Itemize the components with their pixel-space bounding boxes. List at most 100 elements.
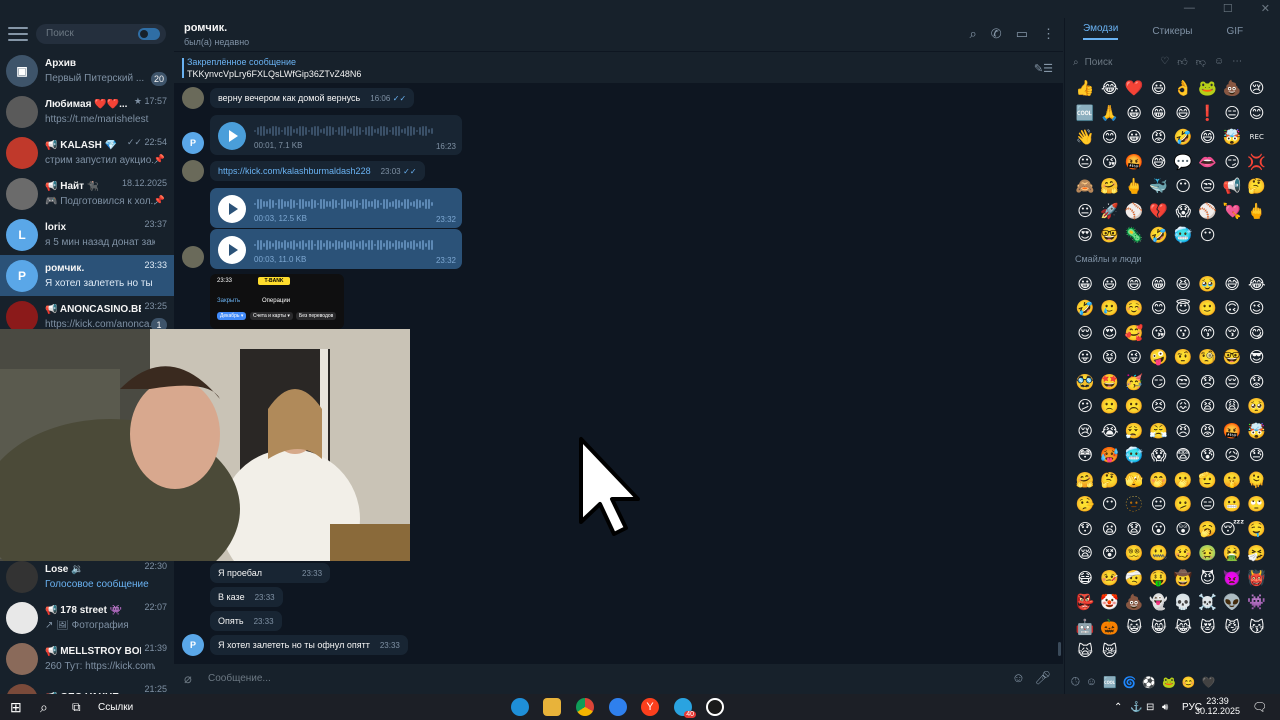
emoji-button[interactable]: 😢 xyxy=(1073,419,1098,444)
emoji-button[interactable]: 🤧 xyxy=(1245,541,1270,566)
emoji-button[interactable]: 😒 xyxy=(1171,370,1196,395)
emoji-button[interactable]: 😍 xyxy=(1098,321,1123,346)
emoji-button[interactable]: 🥶 xyxy=(1171,223,1196,248)
emoji-button[interactable]: 😌 xyxy=(1073,321,1098,346)
task-view-icon[interactable]: ⧉ xyxy=(72,698,81,716)
emoji-button[interactable]: 🤯 xyxy=(1220,125,1245,150)
emoji-button[interactable]: 😘 xyxy=(1098,150,1123,175)
sender-avatar[interactable] xyxy=(182,246,204,268)
emoji-button[interactable]: 😏 xyxy=(1147,370,1172,395)
emoji-button[interactable]: 🖕 xyxy=(1122,174,1147,199)
emoji-button[interactable]: 🤬 xyxy=(1122,150,1147,175)
emoji-button[interactable]: 😬 xyxy=(1220,492,1245,517)
thumbs-up-outline-icon[interactable]: 👍︎ xyxy=(1177,56,1187,68)
emoji-button[interactable]: 😐 xyxy=(1073,150,1098,175)
tab-gif[interactable]: GIF xyxy=(1227,26,1244,37)
emoji-button[interactable]: 🤪 xyxy=(1147,345,1172,370)
emoji-button[interactable]: 🤢 xyxy=(1196,541,1221,566)
emoji-button[interactable]: 💢 xyxy=(1245,150,1270,175)
emoji-button[interactable]: 😄 xyxy=(1196,125,1221,150)
emoji-button[interactable]: ☠️ xyxy=(1196,590,1221,615)
emoji-button[interactable]: 🤥 xyxy=(1073,492,1098,517)
emoji-button[interactable]: 🫠 xyxy=(1245,468,1270,493)
message-bubble[interactable]: верну вечером как домой вернусь 16:06 ✓✓ xyxy=(210,88,415,108)
emoji-button[interactable]: 💩 xyxy=(1122,590,1147,615)
search-icon[interactable]: ⌕ xyxy=(970,26,977,42)
emoji-button[interactable]: 😡 xyxy=(1147,125,1172,150)
emoji-button[interactable]: 😪 xyxy=(1073,541,1098,566)
emoji-button[interactable]: 😧 xyxy=(1122,517,1147,542)
pinned-message[interactable]: Закреплённое сообщение TKKynvcVpLry6FXLQ… xyxy=(174,52,1063,84)
emoji-button[interactable]: 😃 xyxy=(1147,76,1172,101)
sticker-pack-icon[interactable]: 😊 xyxy=(1182,676,1196,689)
emoji-button[interactable]: 😑 xyxy=(1220,101,1245,126)
emoji-button[interactable]: 🖕 xyxy=(1245,199,1270,224)
emoji-button[interactable]: 😁 xyxy=(1147,272,1172,297)
emoji-button[interactable]: 🤫 xyxy=(1220,468,1245,493)
play-icon[interactable] xyxy=(218,236,246,264)
emoji-button[interactable]: 🎃 xyxy=(1098,615,1123,640)
emoji-button[interactable]: 😊 xyxy=(1245,101,1270,126)
emoji-button[interactable]: 😦 xyxy=(1098,517,1123,542)
chat-list-item[interactable]: L lorix я 5 мин назад донат закину... 23… xyxy=(0,214,174,255)
message-bubble[interactable]: Опять 23:33 xyxy=(210,611,282,631)
status-toggle[interactable] xyxy=(138,28,160,40)
emoji-button[interactable]: 😁 xyxy=(1147,101,1172,126)
emoji-button[interactable]: 🤗 xyxy=(1073,468,1098,493)
emoji-button[interactable]: 😅 xyxy=(1220,272,1245,297)
emoji-button[interactable]: 😩 xyxy=(1220,394,1245,419)
windows-start-icon[interactable]: ⊞ xyxy=(10,698,22,716)
emoji-button[interactable]: 🥶 xyxy=(1122,443,1147,468)
emoji-button[interactable]: 🤔 xyxy=(1245,174,1270,199)
sidebar-toggle-icon[interactable]: ▭ xyxy=(1016,26,1028,42)
emoji-button[interactable]: 😳 xyxy=(1073,443,1098,468)
emoji-button[interactable]: 😤 xyxy=(1147,419,1172,444)
emoji-button[interactable]: 👻 xyxy=(1147,590,1172,615)
sender-avatar[interactable] xyxy=(182,160,204,182)
emoji-button[interactable]: 😵 xyxy=(1098,541,1123,566)
emoji-button[interactable]: 🤨 xyxy=(1171,345,1196,370)
emoji-button[interactable]: 🙈 xyxy=(1073,174,1098,199)
emoji-button[interactable]: 👺 xyxy=(1073,590,1098,615)
message-bubble[interactable]: Я проебал 23:33 xyxy=(210,563,331,583)
emoji-button[interactable]: 😋 xyxy=(1245,321,1270,346)
emoji-button[interactable]: 👋 xyxy=(1073,125,1098,150)
emoji-button[interactable]: 😉 xyxy=(1245,296,1270,321)
emoji-button[interactable]: 😚 xyxy=(1220,321,1245,346)
emoji-button[interactable]: 😀 xyxy=(1122,101,1147,126)
emoji-button[interactable]: 😼 xyxy=(1220,615,1245,640)
chat-list-item[interactable]: Lose 🔉 Голосовое сообщение 22:30 xyxy=(0,556,174,597)
emoji-button[interactable]: 😂 xyxy=(1098,76,1123,101)
emoji-button[interactable]: 🤣 xyxy=(1147,223,1172,248)
emoji-button[interactable]: 😰 xyxy=(1196,443,1221,468)
emoji-button[interactable]: 🤔 xyxy=(1098,468,1123,493)
emoji-button[interactable]: 😙 xyxy=(1196,321,1221,346)
clock-icon[interactable]: 🕓︎ xyxy=(1071,676,1080,689)
emoji-button[interactable]: 😷 xyxy=(1073,566,1098,591)
emoji-button[interactable]: 🤡 xyxy=(1098,590,1123,615)
emoji-button[interactable]: 😖 xyxy=(1171,394,1196,419)
menu-icon[interactable] xyxy=(8,27,28,41)
emoji-button[interactable]: 😶 xyxy=(1098,492,1123,517)
emoji-button[interactable]: 🥳 xyxy=(1122,370,1147,395)
message-input[interactable]: Сообщение... xyxy=(208,673,271,684)
tab-stickers[interactable]: Стикеры xyxy=(1152,26,1192,37)
tab-emoji[interactable]: Эмодзи xyxy=(1083,23,1119,40)
emoji-button[interactable]: 🤐 xyxy=(1147,541,1172,566)
emoji-button[interactable]: 😣 xyxy=(1147,394,1172,419)
emoji-button[interactable]: 😑 xyxy=(1196,492,1221,517)
smile-icon[interactable]: ☺ xyxy=(1086,676,1097,688)
message-bubble[interactable]: https://kick.com/kalashburmaldash228 23:0… xyxy=(210,161,425,181)
phone-icon[interactable]: ✆ xyxy=(991,26,1002,42)
emoji-button[interactable]: 🤮 xyxy=(1220,541,1245,566)
emoji-button[interactable]: 😗 xyxy=(1171,321,1196,346)
emoji-button[interactable]: 😵‍💫 xyxy=(1122,541,1147,566)
emoji-button[interactable]: 🫡 xyxy=(1196,468,1221,493)
emoji-button[interactable]: REC xyxy=(1245,125,1270,150)
emoji-button[interactable]: 😛 xyxy=(1073,345,1098,370)
emoji-button[interactable]: 🥸 xyxy=(1073,370,1098,395)
emoji-button[interactable]: 🚀 xyxy=(1098,199,1123,224)
emoji-button[interactable]: 😈 xyxy=(1196,566,1221,591)
chrome-icon[interactable] xyxy=(576,698,594,716)
emoji-button[interactable]: 🙀 xyxy=(1073,639,1098,664)
